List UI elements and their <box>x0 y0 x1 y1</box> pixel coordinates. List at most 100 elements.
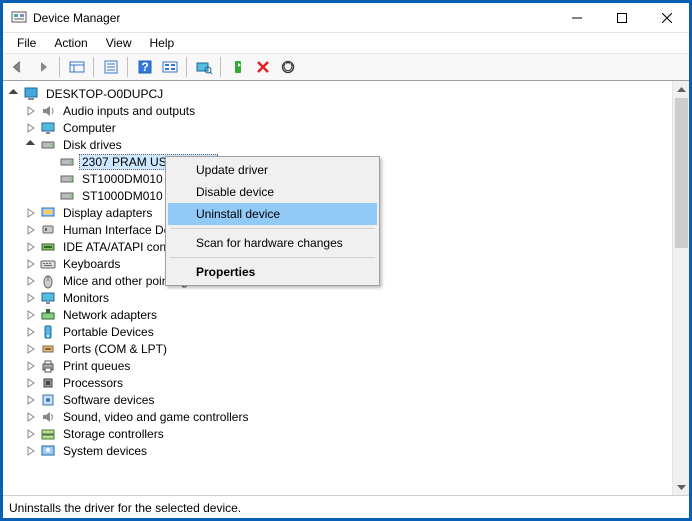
chevron-right-icon[interactable] <box>24 291 38 305</box>
tree-category-label: Monitors <box>60 290 112 306</box>
menu-file[interactable]: File <box>9 34 44 52</box>
tree-category[interactable]: Sound, video and game controllers <box>7 408 672 425</box>
chevron-right-icon[interactable] <box>24 359 38 373</box>
tree-category[interactable]: System devices <box>7 442 672 459</box>
maximize-button[interactable] <box>599 3 644 32</box>
speaker-icon <box>40 103 56 119</box>
sound-icon <box>40 409 56 425</box>
tree-category[interactable]: Software devices <box>7 391 672 408</box>
tree-category-label: Storage controllers <box>60 426 167 442</box>
properties-button[interactable] <box>99 56 122 78</box>
chevron-right-icon[interactable] <box>24 257 38 271</box>
chevron-right-icon[interactable] <box>24 308 38 322</box>
chevron-right-icon[interactable] <box>24 223 38 237</box>
svg-text:?: ? <box>141 60 148 74</box>
chevron-right-icon[interactable] <box>24 393 38 407</box>
tree-category-label: Ports (COM & LPT) <box>60 341 170 357</box>
tree-category[interactable]: Storage controllers <box>7 425 672 442</box>
scroll-down-icon[interactable] <box>673 478 689 495</box>
tree-category[interactable]: Processors <box>7 374 672 391</box>
chevron-right-icon[interactable] <box>24 206 38 220</box>
vertical-scrollbar[interactable] <box>672 81 689 495</box>
chevron-right-icon[interactable] <box>24 121 38 135</box>
update-driver-button[interactable] <box>276 56 299 78</box>
portable-icon <box>40 324 56 340</box>
context-menu-item[interactable]: Properties <box>168 261 377 283</box>
printer-icon <box>40 358 56 374</box>
display-icon <box>40 205 56 221</box>
tree-category-label: Portable Devices <box>60 324 157 340</box>
context-menu-item[interactable]: Uninstall device <box>168 203 377 225</box>
hid-icon <box>40 222 56 238</box>
context-menu-item[interactable]: Disable device <box>168 181 377 203</box>
tree-category-label: Print queues <box>60 358 133 374</box>
menubar: File Action View Help <box>3 33 689 53</box>
chevron-right-icon[interactable] <box>24 376 38 390</box>
help-button[interactable]: ? <box>133 56 156 78</box>
scroll-up-icon[interactable] <box>673 81 689 98</box>
context-menu: Update driverDisable deviceUninstall dev… <box>165 156 380 286</box>
window-title: Device Manager <box>33 11 554 25</box>
tree-device-label: ST1000DM010 <box>79 188 166 204</box>
tree-category-label: Display adapters <box>60 205 155 221</box>
titlebar: Device Manager <box>3 3 689 33</box>
chevron-down-icon[interactable] <box>7 87 21 101</box>
monitor-icon <box>40 290 56 306</box>
app-icon <box>11 10 27 26</box>
menu-action[interactable]: Action <box>46 34 95 52</box>
minimize-button[interactable] <box>554 3 599 32</box>
disk-icon <box>59 154 75 170</box>
tree-category[interactable]: Monitors <box>7 289 672 306</box>
tree-category[interactable]: Computer <box>7 119 672 136</box>
tree-category[interactable]: Portable Devices <box>7 323 672 340</box>
system-icon <box>40 443 56 459</box>
tree-device-label: ST1000DM010 <box>79 171 166 187</box>
context-menu-item[interactable]: Update driver <box>168 159 377 181</box>
tree-category-label: Network adapters <box>60 307 160 323</box>
tree-category[interactable]: Disk drives <box>7 136 672 153</box>
tree-category[interactable]: Ports (COM & LPT) <box>7 340 672 357</box>
tree-root-label: DESKTOP-O0DUPCJ <box>43 86 166 102</box>
context-menu-item[interactable]: Scan for hardware changes <box>168 232 377 254</box>
tree-category[interactable]: Network adapters <box>7 306 672 323</box>
chevron-right-icon[interactable] <box>24 240 38 254</box>
close-button[interactable] <box>644 3 689 32</box>
tree-category[interactable]: Print queues <box>7 357 672 374</box>
chevron-right-icon[interactable] <box>24 274 38 288</box>
show-hidden-button[interactable] <box>65 56 88 78</box>
chevron-right-icon[interactable] <box>24 104 38 118</box>
enable-button[interactable] <box>226 56 249 78</box>
menu-separator <box>170 257 375 258</box>
disk-icon <box>59 171 75 187</box>
cpu-icon <box>40 375 56 391</box>
chevron-right-icon[interactable] <box>24 325 38 339</box>
tree-category-label: Software devices <box>60 392 157 408</box>
tree-category-label: System devices <box>60 443 150 459</box>
chevron-down-icon[interactable] <box>24 138 38 152</box>
chevron-right-icon[interactable] <box>24 444 38 458</box>
tree-category-label: Disk drives <box>60 137 125 153</box>
statusbar: Uninstalls the driver for the selected d… <box>3 496 689 518</box>
software-icon <box>40 392 56 408</box>
device-manager-window: Device Manager File Action View Help ? <box>2 2 690 519</box>
tree-root[interactable]: DESKTOP-O0DUPCJ <box>7 85 672 102</box>
computer-icon <box>23 86 39 102</box>
port-icon <box>40 341 56 357</box>
scan-hardware-button[interactable] <box>192 56 215 78</box>
menu-help[interactable]: Help <box>142 34 183 52</box>
scroll-thumb[interactable] <box>675 98 688 248</box>
chevron-right-icon[interactable] <box>24 342 38 356</box>
toolbar: ? <box>3 53 689 81</box>
forward-button[interactable] <box>31 56 54 78</box>
tree-category-label: Keyboards <box>60 256 123 272</box>
keyboard-icon <box>40 256 56 272</box>
uninstall-button[interactable] <box>251 56 274 78</box>
tree-category-label: Sound, video and game controllers <box>60 409 251 425</box>
chevron-right-icon[interactable] <box>24 410 38 424</box>
chevron-right-icon[interactable] <box>24 427 38 441</box>
device-tree[interactable]: DESKTOP-O0DUPCJ Audio inputs and outputs… <box>3 81 672 495</box>
back-button[interactable] <box>6 56 29 78</box>
view-button[interactable] <box>158 56 181 78</box>
menu-view[interactable]: View <box>98 34 140 52</box>
tree-category[interactable]: Audio inputs and outputs <box>7 102 672 119</box>
